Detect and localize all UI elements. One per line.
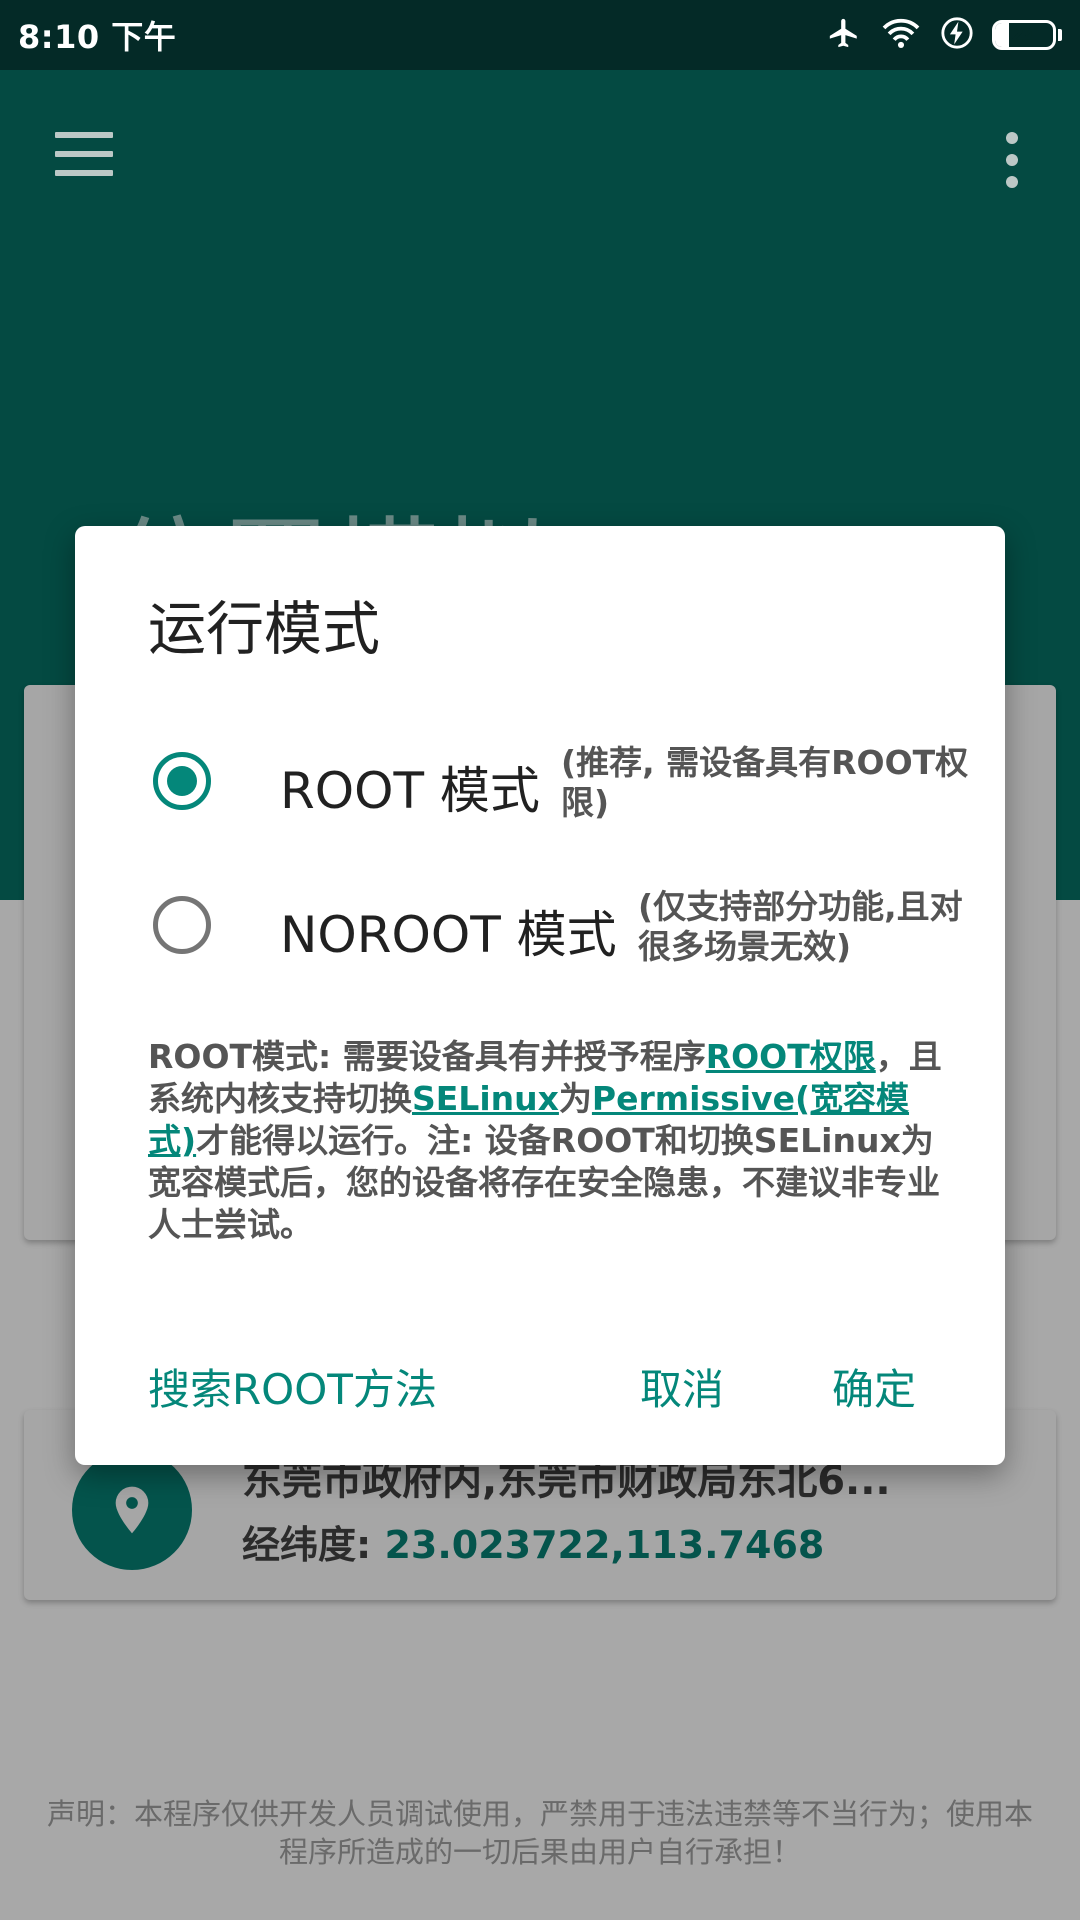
search-root-method-button[interactable]: 搜索ROOT方法: [148, 1356, 437, 1417]
airplane-icon: [826, 16, 862, 54]
status-bar: 8:10 下午 24: [0, 0, 1080, 70]
desc-text-4: 才能得以运行。注: 设备ROOT和切换SELinux为宽容模式后，您的设备将存在…: [148, 1121, 940, 1244]
ok-button[interactable]: 确定: [832, 1356, 916, 1417]
root-mode-radio[interactable]: [153, 752, 211, 810]
option-root-mode[interactable]: ROOT 模式 (推荐, 需设备具有ROOT权限): [75, 721, 1005, 841]
coordinate-value: 23.023722,113.7468: [384, 1523, 825, 1567]
location-pin-icon: [72, 1450, 192, 1570]
coordinate-row: 经纬度: 23.023722,113.7468: [242, 1514, 824, 1569]
menu-icon[interactable]: [55, 132, 113, 189]
screen: 8:10 下午 24 位置模拟 东莞市政府内,东莞市财: [0, 0, 1080, 1920]
cancel-button[interactable]: 取消: [640, 1356, 724, 1417]
root-mode-hint: (推荐, 需设备具有ROOT权限): [561, 743, 969, 822]
battery-fill: [995, 23, 1009, 47]
desc-text-3: 为: [558, 1079, 592, 1118]
run-mode-dialog: 运行模式 ROOT 模式 (推荐, 需设备具有ROOT权限) NOROOT 模式…: [75, 526, 1005, 1465]
coordinate-label: 经纬度:: [242, 1523, 372, 1567]
noroot-mode-radio[interactable]: [153, 896, 211, 954]
charging-icon: [940, 16, 974, 54]
root-permission-link[interactable]: ROOT权限: [706, 1037, 876, 1076]
option-noroot-mode[interactable]: NOROOT 模式 (仅支持部分功能,且对很多场景无效): [75, 865, 1005, 985]
battery-level: 24: [1010, 23, 1038, 47]
desc-text-1: ROOT模式: 需要设备具有并授予程序: [148, 1037, 706, 1076]
noroot-mode-label: NOROOT 模式: [280, 906, 617, 964]
mode-description: ROOT模式: 需要设备具有并授予程序ROOT权限，且系统内核支持切换SELin…: [148, 1036, 948, 1246]
battery-icon: 24: [992, 20, 1056, 50]
wifi-icon: [880, 16, 922, 54]
status-icons: 24: [826, 16, 1062, 54]
noroot-mode-hint: (仅支持部分功能,且对很多场景无效): [638, 887, 963, 966]
disclaimer: 声明：本程序仅供开发人员调试使用，严禁用于违法违禁等不当行为；使用本程序所造成的…: [46, 1797, 1033, 1869]
more-options-icon[interactable]: [1006, 132, 1018, 198]
dialog-title: 运行模式: [148, 595, 381, 663]
selinux-link[interactable]: SELinux: [412, 1079, 559, 1118]
root-mode-label: ROOT 模式: [280, 762, 540, 820]
battery-tip: [1058, 29, 1062, 41]
status-time: 8:10 下午: [18, 18, 177, 56]
